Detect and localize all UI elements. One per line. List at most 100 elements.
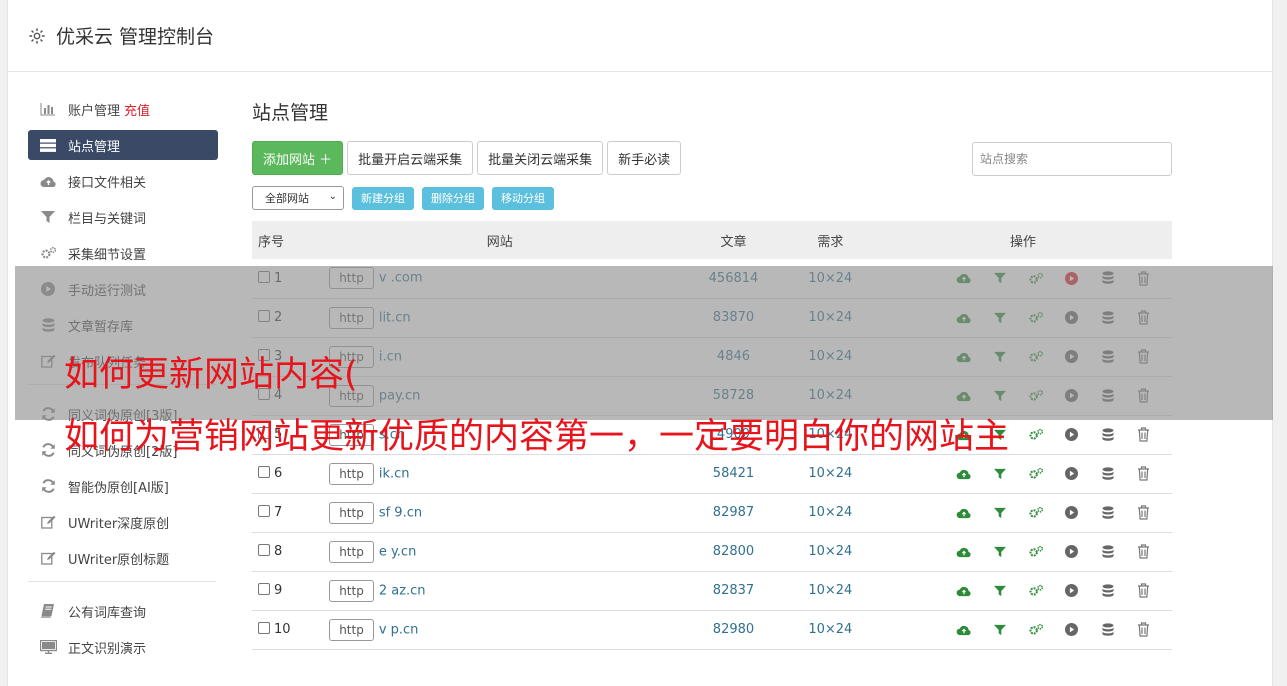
- row-checkbox[interactable]: [258, 622, 270, 634]
- group-bar: 全部网站 ⌄ 新建分组 删除分组 移动分组: [252, 186, 1172, 210]
- site-cell: http v p.cn: [319, 610, 680, 649]
- demand-value[interactable]: 10×24: [787, 610, 874, 649]
- cloud-upload-icon[interactable]: [956, 583, 972, 599]
- filter-icon[interactable]: [992, 466, 1008, 482]
- demand-value[interactable]: 10×24: [787, 493, 874, 532]
- play-icon[interactable]: [1064, 466, 1080, 482]
- protocol-tag: http: [329, 540, 374, 563]
- play-icon[interactable]: [1064, 583, 1080, 599]
- edit-icon: [39, 551, 57, 565]
- protocol-tag: http: [329, 618, 374, 641]
- sidebar-item[interactable]: 智能伪原创[AI版]: [28, 471, 218, 501]
- gears-icon[interactable]: [1028, 466, 1044, 482]
- site-cell: http e y.cn: [319, 532, 680, 571]
- site-domain-link[interactable]: e y.cn: [379, 544, 417, 559]
- database-icon[interactable]: [1100, 544, 1116, 560]
- trash-icon[interactable]: [1136, 466, 1152, 482]
- sidebar-item[interactable]: UWriter原创标题: [28, 543, 218, 573]
- ops-cell: [874, 571, 1172, 610]
- filter-icon[interactable]: [992, 505, 1008, 521]
- protocol-tag: http: [329, 462, 374, 485]
- gears-icon[interactable]: [1028, 505, 1044, 521]
- article-count[interactable]: 82987: [680, 493, 786, 532]
- demand-value[interactable]: 10×24: [787, 571, 874, 610]
- trash-icon[interactable]: [1136, 427, 1152, 443]
- demand-value[interactable]: 10×24: [787, 454, 874, 493]
- cloud-upload-icon[interactable]: [956, 466, 972, 482]
- play-icon[interactable]: [1064, 544, 1080, 560]
- article-count[interactable]: 58421: [680, 454, 786, 493]
- beginner-guide-button[interactable]: 新手必读: [607, 141, 682, 175]
- cloud-upload-icon[interactable]: [956, 544, 972, 560]
- site-search-input[interactable]: [972, 142, 1172, 176]
- cloud-upload-icon[interactable]: [956, 505, 972, 521]
- sidebar-item[interactable]: UWriter深度原创: [28, 507, 218, 537]
- sidebar-item[interactable]: 接口文件相关: [28, 166, 218, 196]
- site-domain-link[interactable]: sf 9.cn: [379, 505, 422, 520]
- batch-disable-cloud-button[interactable]: 批量关闭云端采集: [477, 141, 604, 175]
- filter-icon[interactable]: [992, 622, 1008, 638]
- trash-icon[interactable]: [1136, 505, 1152, 521]
- gears-icon[interactable]: [1028, 622, 1044, 638]
- batch-enable-cloud-button[interactable]: 批量开启云端采集: [347, 141, 474, 175]
- article-count[interactable]: 82837: [680, 571, 786, 610]
- database-icon[interactable]: [1100, 622, 1116, 638]
- move-group-button[interactable]: 移动分组: [492, 186, 554, 210]
- site-domain-link[interactable]: ik.cn: [379, 466, 410, 481]
- trash-icon[interactable]: [1136, 622, 1152, 638]
- ops-cell: [874, 532, 1172, 571]
- gears-icon: [39, 246, 57, 260]
- sidebar-item[interactable]: 正文识别演示: [28, 632, 218, 662]
- gears-icon[interactable]: [1028, 583, 1044, 599]
- trash-icon[interactable]: [1136, 583, 1152, 599]
- sidebar-item[interactable]: 栏目与关键词: [28, 202, 218, 232]
- site-domain-link[interactable]: 2 az.cn: [379, 583, 426, 598]
- row-checkbox[interactable]: [258, 466, 270, 478]
- recharge-link[interactable]: 充值: [124, 100, 150, 119]
- database-icon[interactable]: [1100, 466, 1116, 482]
- new-group-button[interactable]: 新建分组: [352, 186, 414, 210]
- filter-icon[interactable]: [992, 583, 1008, 599]
- ops-cell: [874, 454, 1172, 493]
- sidebar-item-label: 栏目与关键词: [68, 211, 147, 227]
- table-row: 7 http sf 9.cn 82987 10×24: [252, 493, 1172, 532]
- database-icon[interactable]: [1100, 427, 1116, 443]
- sidebar-divider: [28, 581, 216, 582]
- delete-group-button[interactable]: 删除分组: [422, 186, 484, 210]
- caption-line-1: 如何更新网站内容(: [64, 355, 358, 395]
- sidebar-item[interactable]: 站点管理: [28, 130, 218, 160]
- article-count[interactable]: 82800: [680, 532, 786, 571]
- book-icon: [39, 604, 57, 618]
- cloud-upload-icon[interactable]: [956, 622, 972, 638]
- filter-icon: [39, 210, 57, 224]
- site-domain-link[interactable]: v p.cn: [379, 622, 419, 637]
- play-icon[interactable]: [1064, 505, 1080, 521]
- database-icon[interactable]: [1100, 505, 1116, 521]
- gears-icon[interactable]: [1028, 427, 1044, 443]
- row-checkbox[interactable]: [258, 505, 270, 517]
- play-icon[interactable]: [1064, 427, 1080, 443]
- row-checkbox[interactable]: [258, 583, 270, 595]
- article-count[interactable]: 82980: [680, 610, 786, 649]
- add-site-button[interactable]: 添加网站 ＋: [252, 141, 344, 175]
- protocol-tag: http: [329, 579, 374, 602]
- row-num-cell: 10: [252, 610, 319, 649]
- play-icon[interactable]: [1064, 622, 1080, 638]
- sidebar-item[interactable]: 采集细节设置: [28, 238, 218, 268]
- trash-icon[interactable]: [1136, 544, 1152, 560]
- group-select[interactable]: 全部网站 ⌄: [252, 186, 344, 210]
- row-checkbox[interactable]: [258, 544, 270, 556]
- sidebar-item-label: UWriter原创标题: [68, 552, 170, 568]
- sidebar-item-label: 接口文件相关: [68, 175, 147, 191]
- sidebar-item[interactable]: 公有词库查询: [28, 596, 218, 626]
- gears-icon[interactable]: [1028, 544, 1044, 560]
- header-ops: 操作: [1009, 234, 1036, 250]
- site-cell: http 2 az.cn: [319, 571, 680, 610]
- sidebar-item[interactable]: 账户管理 充值: [28, 94, 218, 124]
- demand-value[interactable]: 10×24: [787, 532, 874, 571]
- row-num: 8: [274, 544, 283, 559]
- refresh-icon: [39, 443, 57, 457]
- row-num-cell: 6: [252, 454, 319, 493]
- filter-icon[interactable]: [992, 544, 1008, 560]
- database-icon[interactable]: [1100, 583, 1116, 599]
